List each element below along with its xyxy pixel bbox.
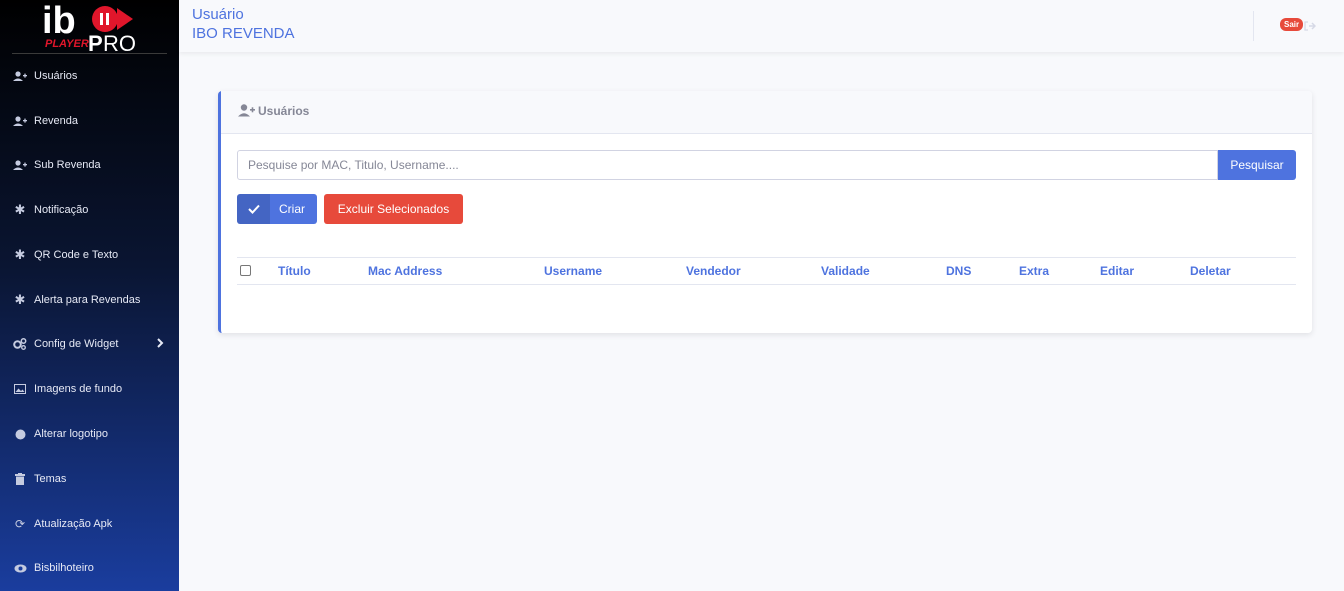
sidebar-item-sub-revenda[interactable]: Sub Revenda [0,154,179,176]
create-button[interactable]: Criar [237,194,317,224]
brand-logo[interactable]: ib PLAYER P RO [0,0,167,56]
sidebar-item-label: QR Code e Texto [34,249,119,261]
card-title: Usuários [258,104,310,118]
asterisk-icon: ✱ [14,292,26,307]
user-plus-icon [238,104,255,122]
user-plus-icon [13,115,27,127]
trash-icon [13,473,27,485]
sidebar-item-temas[interactable]: Temas [0,468,179,490]
sidebar: ib PLAYER P RO Usuários Revenda Sub Reve… [0,0,179,591]
sidebar-item-label: Bisbilhoteiro [34,562,94,574]
search-button[interactable]: Pesquisar [1218,150,1296,180]
select-all-checkbox[interactable] [240,265,251,276]
sidebar-item-label: Alerta para Revendas [34,294,141,306]
sidebar-item-revenda[interactable]: Revenda [0,110,179,132]
sidebar-item-label: Revenda [34,115,79,127]
column-dns[interactable]: DNS [946,264,971,278]
sidebar-item-imagens-fundo[interactable]: Imagens de fundo [0,378,179,400]
column-titulo[interactable]: Título [278,264,311,278]
topbar-divider [1253,11,1254,41]
user-plus-icon [13,70,27,82]
sidebar-item-alterar-logotipo[interactable]: Alterar logotipo [0,423,179,445]
sidebar-item-config-widget[interactable]: Config de Widget [0,333,179,355]
search-input[interactable] [237,150,1218,180]
sidebar-item-atualizacao-apk[interactable]: ⟳ Atualização Apk [0,513,179,535]
image-icon [13,383,27,395]
chevron-right-icon [156,337,164,352]
column-editar[interactable]: Editar [1100,264,1134,278]
user-plus-icon [13,159,27,171]
sidebar-item-notificacao[interactable]: ✱ Notificação [0,199,179,221]
svg-text:P: P [88,31,103,54]
sync-icon: ⟳ [14,517,26,531]
sidebar-item-usuarios[interactable]: Usuários [0,65,179,87]
svg-text:ib: ib [42,0,76,42]
users-card: Usuários Pesquisar Criar Excluir Selecio… [218,91,1312,333]
logout-button[interactable]: Sair [1280,18,1304,31]
sidebar-item-alerta-revendas[interactable]: ✱ Alerta para Revendas [0,289,179,311]
sidebar-item-bisbilhoteiro[interactable]: Bisbilhoteiro [0,557,179,579]
sign-out-icon[interactable] [1304,18,1317,36]
asterisk-icon: ✱ [14,202,26,217]
svg-text:RO: RO [103,31,136,54]
column-mac-address[interactable]: Mac Address [368,264,442,278]
sidebar-item-label: Temas [34,473,67,485]
sidebar-item-label: Notificação [34,204,89,216]
page-title: Usuário [192,6,244,23]
svg-text:PLAYER: PLAYER [45,38,89,50]
card-header: Usuários [221,91,1312,134]
cogs-icon [13,338,27,350]
sidebar-item-label: Usuários [34,70,78,82]
page-subtitle: IBO REVENDA [192,25,295,42]
create-button-label: Criar [279,202,305,216]
sidebar-item-qr-code[interactable]: ✱ QR Code e Texto [0,244,179,266]
column-extra[interactable]: Extra [1019,264,1049,278]
sidebar-item-label: Sub Revenda [34,159,101,171]
sidebar-item-label: Config de Widget [34,338,119,350]
circle-icon [13,428,27,440]
eye-icon [13,562,27,574]
asterisk-icon: ✱ [14,247,26,262]
sidebar-item-label: Alterar logotipo [34,428,108,440]
column-deletar[interactable]: Deletar [1190,264,1231,278]
sidebar-item-label: Imagens de fundo [34,383,123,395]
logo-divider [12,53,167,54]
topbar: Usuário IBO REVENDA Sair [179,0,1344,52]
delete-selected-button[interactable]: Excluir Selecionados [324,194,463,224]
sidebar-item-label: Atualização Apk [34,518,113,530]
column-validade[interactable]: Validade [821,264,870,278]
column-vendedor[interactable]: Vendedor [686,264,741,278]
column-username[interactable]: Username [544,264,602,278]
table-header: Título Mac Address Username Vendedor Val… [237,257,1296,285]
check-icon [237,194,270,224]
